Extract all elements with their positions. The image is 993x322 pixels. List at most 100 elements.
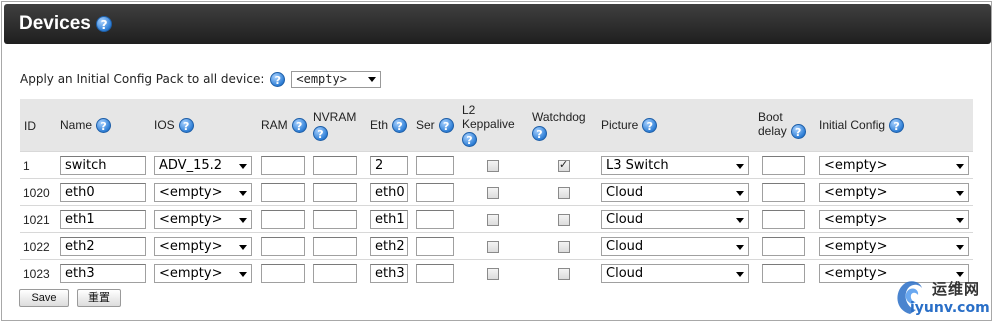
eth-input[interactable]: eth3: [370, 264, 408, 283]
l2-keepalive-checkbox[interactable]: [487, 160, 499, 172]
ios-select[interactable]: <empty>: [154, 183, 252, 202]
reset-button[interactable]: 重置: [77, 289, 121, 307]
row-id: 1020: [23, 186, 50, 200]
help-icon[interactable]: ?: [889, 118, 905, 134]
picture-select[interactable]: L3 Switch: [601, 156, 749, 175]
nvram-input[interactable]: [313, 237, 357, 256]
ios-select[interactable]: <empty>: [154, 237, 252, 256]
picture-select[interactable]: Cloud: [601, 210, 749, 229]
eth-input[interactable]: 2: [370, 156, 408, 175]
col-header-l2-keepalive: L2 Keppalive?: [462, 103, 515, 147]
ios-select[interactable]: <empty>: [154, 210, 252, 229]
chevron-down-icon: [736, 244, 744, 250]
chevron-down-icon: [956, 190, 964, 196]
name-input[interactable]: eth1: [60, 210, 146, 229]
watchdog-checkbox[interactable]: [558, 187, 570, 199]
l2-keepalive-checkbox[interactable]: [487, 268, 499, 280]
initial-config-select[interactable]: <empty>: [819, 210, 969, 229]
col-header-eth: Eth?: [370, 118, 408, 134]
save-button[interactable]: Save: [19, 289, 69, 307]
initial-config-select[interactable]: <empty>: [819, 183, 969, 202]
nvram-input[interactable]: [313, 264, 357, 283]
watchdog-checkbox[interactable]: [558, 241, 570, 253]
watchdog-checkbox[interactable]: [558, 268, 570, 280]
nvram-input[interactable]: [313, 156, 357, 175]
name-input[interactable]: eth2: [60, 237, 146, 256]
help-icon[interactable]: ?: [790, 124, 806, 140]
eth-input[interactable]: eth1: [370, 210, 408, 229]
ser-input[interactable]: [416, 183, 454, 202]
help-icon[interactable]: ?: [178, 118, 194, 134]
row-id: 1023: [23, 267, 50, 281]
boot-delay-input[interactable]: [762, 156, 805, 175]
ser-input[interactable]: [416, 237, 454, 256]
ram-input[interactable]: [261, 183, 305, 202]
boot-delay-input[interactable]: [762, 183, 805, 202]
name-input[interactable]: switch: [60, 156, 146, 175]
eth-input[interactable]: eth2: [370, 237, 408, 256]
initial-config-select[interactable]: <empty>: [819, 237, 969, 256]
chevron-down-icon: [239, 163, 247, 169]
ios-select[interactable]: <empty>: [154, 264, 252, 283]
row-id: 1021: [23, 213, 50, 227]
apply-config-pack-value: <empty>: [296, 71, 347, 86]
help-icon[interactable]: ?: [438, 118, 454, 134]
picture-select[interactable]: Cloud: [601, 264, 749, 283]
ram-input[interactable]: [261, 264, 305, 283]
initial-config-select[interactable]: <empty>: [819, 156, 969, 175]
help-icon[interactable]: ?: [462, 132, 477, 147]
chevron-down-icon: [239, 190, 247, 196]
chevron-down-icon: [956, 217, 964, 223]
help-icon[interactable]: ?: [270, 71, 286, 87]
help-icon[interactable]: ?: [642, 118, 658, 134]
ser-input[interactable]: [416, 210, 454, 229]
watchdog-checkbox[interactable]: [558, 214, 570, 226]
name-input[interactable]: eth0: [60, 183, 146, 202]
page-title: Devices ?: [19, 13, 113, 35]
table-row: 1022 eth2 <empty> eth2 Cloud <empty>: [20, 232, 973, 259]
name-input[interactable]: eth3: [60, 264, 146, 283]
chevron-down-icon: [956, 244, 964, 250]
l2-keepalive-checkbox[interactable]: [487, 214, 499, 226]
boot-delay-input[interactable]: [762, 210, 805, 229]
picture-select[interactable]: Cloud: [601, 237, 749, 256]
devices-panel: Devices ? Apply an Initial Config Pack t…: [1, 1, 992, 321]
boot-delay-input[interactable]: [762, 264, 805, 283]
table-row: 1023 eth3 <empty> eth3 Cloud <empty>: [20, 259, 973, 286]
col-header-initial-config: Initial Config?: [819, 118, 905, 134]
panel-header: Devices ?: [4, 4, 991, 44]
chevron-down-icon: [956, 163, 964, 169]
table-row: 1020 eth0 <empty> eth0 Cloud <empty>: [20, 178, 973, 205]
apply-config-pack-label: Apply an Initial Config Pack to all devi…: [20, 72, 265, 86]
page-title-text: Devices: [19, 13, 91, 34]
watermark-text-bottom: iyunv.com: [910, 300, 990, 316]
help-icon[interactable]: ?: [313, 126, 328, 141]
watermark-text-top: 运维网: [932, 280, 981, 298]
eth-input[interactable]: eth0: [370, 183, 408, 202]
col-header-ser: Ser?: [416, 118, 454, 134]
ser-input[interactable]: [416, 156, 454, 175]
watchdog-checkbox[interactable]: [558, 158, 570, 172]
nvram-input[interactable]: [313, 210, 357, 229]
chevron-down-icon: [736, 190, 744, 196]
apply-config-pack-select[interactable]: <empty>: [291, 70, 382, 88]
l2-keepalive-checkbox[interactable]: [487, 241, 499, 253]
ram-input[interactable]: [261, 156, 305, 175]
help-icon[interactable]: ?: [532, 126, 547, 141]
l2-keepalive-checkbox[interactable]: [487, 187, 499, 199]
help-icon[interactable]: ?: [291, 118, 307, 134]
ios-select[interactable]: ADV_15.2: [154, 156, 252, 175]
help-icon[interactable]: ?: [96, 118, 112, 134]
ser-input[interactable]: [416, 264, 454, 283]
row-id: 1022: [23, 240, 50, 254]
apply-config-pack-row: Apply an Initial Config Pack to all devi…: [20, 70, 382, 88]
ram-input[interactable]: [261, 210, 305, 229]
boot-delay-input[interactable]: [762, 237, 805, 256]
chevron-down-icon: [239, 271, 247, 277]
picture-select[interactable]: Cloud: [601, 183, 749, 202]
ram-input[interactable]: [261, 237, 305, 256]
chevron-down-icon: [239, 244, 247, 250]
help-icon[interactable]: ?: [96, 15, 113, 32]
help-icon[interactable]: ?: [392, 118, 408, 134]
nvram-input[interactable]: [313, 183, 357, 202]
